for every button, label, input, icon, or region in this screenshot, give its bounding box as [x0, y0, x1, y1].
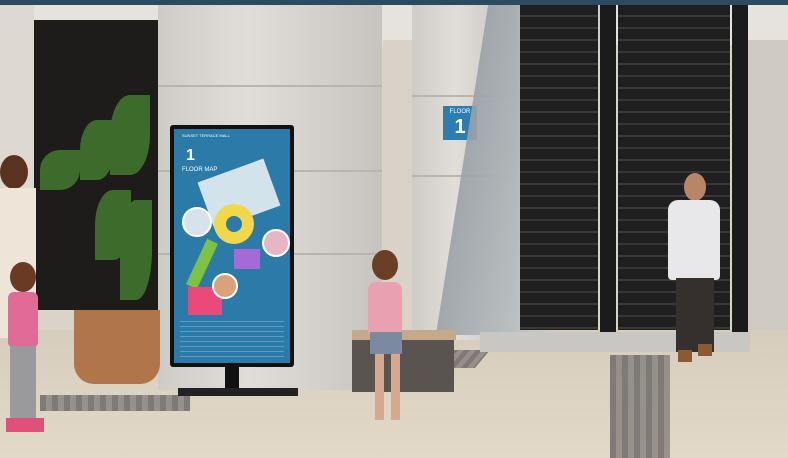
escalator-handrail: [600, 5, 616, 335]
escalator-steps-left: [520, 5, 598, 330]
map-hub-center: [226, 216, 242, 232]
kiosk-floor-number: 1: [186, 147, 195, 164]
child-shorts: [370, 332, 402, 354]
plant-leaf: [110, 95, 150, 175]
kiosk-mall-name: SUNSET TERRACE MALL: [182, 133, 230, 138]
toddler-head: [10, 262, 36, 292]
toddler-boots: [6, 418, 44, 432]
map-photo-bubble: [262, 229, 290, 257]
floor-stripe: [40, 395, 190, 411]
map-photo-bubble: [212, 273, 238, 299]
child-torso: [368, 282, 402, 334]
mall-scene: FLOOR 1 SUNSET TERRACE MALL 1 FLOOR MAP: [0, 0, 788, 458]
kiosk-floor-label: FLOOR MAP: [182, 167, 218, 173]
bench: [352, 336, 454, 392]
woman-head: [0, 155, 28, 189]
plant-leaf: [120, 200, 152, 300]
man-head: [684, 173, 706, 201]
map-legend: [180, 317, 284, 357]
kiosk-screen[interactable]: SUNSET TERRACE MALL 1 FLOOR MAP: [174, 129, 290, 363]
escalator-handrail: [732, 5, 748, 335]
man-trousers: [676, 278, 714, 352]
man-shoe: [698, 344, 712, 356]
floor-stripe: [610, 355, 670, 458]
child-leg: [375, 354, 384, 420]
kiosk-base: [178, 388, 298, 396]
map-zone: [234, 249, 260, 269]
plant-leaf: [80, 120, 114, 180]
child-head: [372, 250, 398, 280]
plant-pot: [74, 310, 160, 384]
kiosk-stand: [225, 366, 239, 388]
far-wall: [745, 40, 788, 330]
toddler-pants: [10, 346, 36, 418]
child-leg: [391, 354, 400, 420]
plant-leaf: [40, 150, 80, 190]
kiosk-display[interactable]: SUNSET TERRACE MALL 1 FLOOR MAP: [170, 125, 294, 367]
map-photo-bubble: [182, 207, 212, 237]
man-shoe: [678, 350, 692, 362]
toddler-jacket: [8, 292, 38, 348]
man-shirt: [668, 200, 720, 280]
